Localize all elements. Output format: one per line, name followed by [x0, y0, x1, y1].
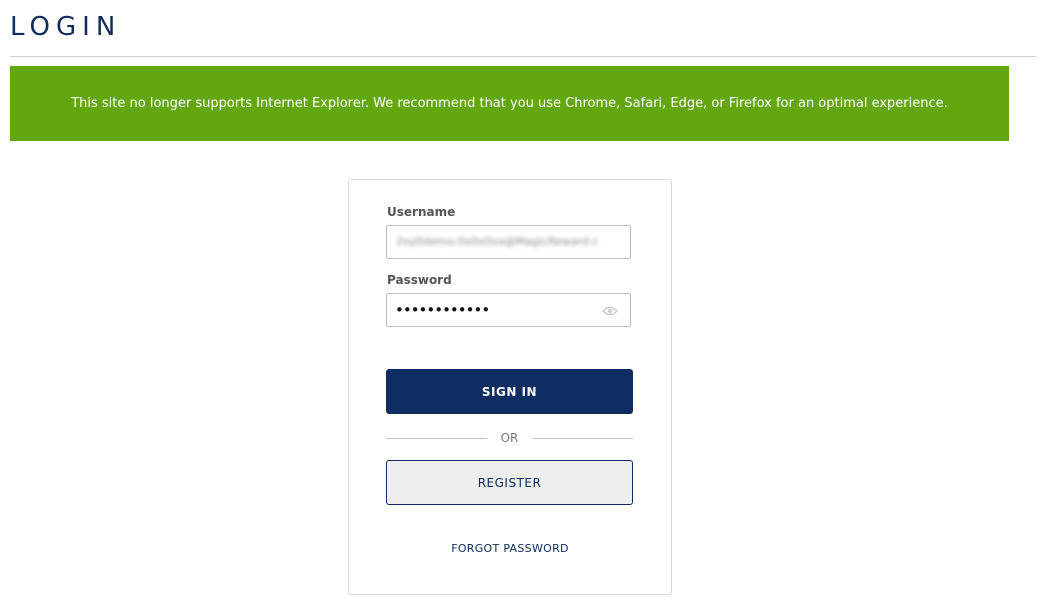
register-button[interactable]: REGISTER — [386, 460, 633, 505]
eye-icon[interactable] — [602, 306, 618, 316]
password-label: Password — [387, 273, 452, 287]
username-label: Username — [387, 205, 456, 219]
page-title: LOGIN — [10, 12, 122, 42]
divider-line-left — [386, 437, 487, 439]
divider-line-right — [532, 437, 634, 439]
username-field[interactable]: 2xy0demo.0x0x0xx@MagicReward.c — [386, 225, 631, 259]
username-value: 2xy0demo.0x0x0xx@MagicReward.c — [396, 235, 599, 248]
login-card: Username 2xy0demo.0x0x0xx@MagicReward.c … — [348, 179, 672, 595]
or-divider: OR — [386, 428, 634, 448]
or-label: OR — [500, 431, 519, 445]
title-divider — [10, 56, 1036, 57]
browser-support-banner: This site no longer supports Internet Ex… — [10, 66, 1009, 141]
password-value: •••••••••••• — [395, 301, 490, 319]
forgot-password-link[interactable]: FORGOT PASSWORD — [349, 542, 671, 555]
sign-in-button[interactable]: SIGN IN — [386, 369, 633, 414]
banner-message: This site no longer supports Internet Ex… — [71, 96, 948, 111]
password-field[interactable]: •••••••••••• — [386, 293, 631, 327]
